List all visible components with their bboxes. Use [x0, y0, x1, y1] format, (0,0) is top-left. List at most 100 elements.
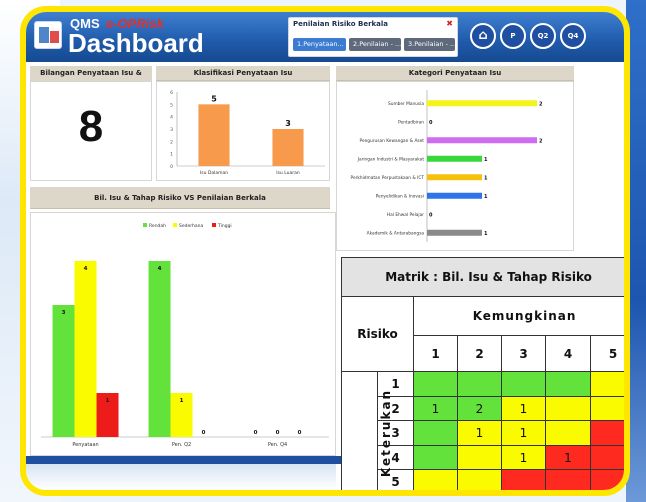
category-label: Pengurusan Kewangan & Aset — [360, 138, 425, 144]
data-label: 3 — [62, 310, 66, 316]
matrix-cell — [545, 469, 591, 490]
p-button[interactable]: P — [500, 23, 526, 49]
dashboard-header: QMS e-OPRisk Dashboard Penilaian Risiko … — [26, 12, 624, 62]
matrix-cell — [413, 469, 458, 490]
data-label: 4 — [158, 266, 162, 272]
category-label: Pentadbiran — [398, 119, 424, 125]
legend-label: Rendah — [149, 223, 166, 229]
y-tick-label: 0 — [170, 164, 173, 170]
total-issue-count: 8 — [78, 102, 104, 151]
dashboard-frame: QMS e-OPRisk Dashboard Penilaian Risiko … — [20, 6, 630, 496]
x-tick-label: Penyataan — [72, 442, 98, 448]
matrix-cell: 1 — [501, 444, 546, 471]
tab-penilaian-q4[interactable]: 3.Penilaian - ... — [404, 38, 455, 51]
bar-category-5 — [427, 174, 482, 181]
category-label: Perkhidmatan Perpustakaan & ICT — [351, 175, 425, 181]
bar-rendah — [52, 305, 75, 437]
matrix-cell — [413, 420, 458, 446]
kategori-title: Kategori Penyataan Isu — [336, 66, 574, 81]
klasifikasi-title: Klasifikasi Penyataan Isu — [156, 66, 330, 81]
matrix-cell — [457, 444, 502, 471]
category-label: Akademik & Antarabangsa — [367, 230, 425, 236]
matrix-cell — [501, 469, 546, 490]
data-label: 1 — [484, 157, 488, 163]
likelihood-col-3: 3 — [501, 335, 546, 373]
y-tick-label: 5 — [170, 102, 173, 108]
bilangan-panel: 8 — [30, 81, 152, 181]
bar-category-6 — [427, 192, 482, 199]
matrix-cell: 2 — [457, 395, 502, 422]
matrix-cell — [501, 371, 546, 397]
tab-penilaian-q2[interactable]: 2.Penilaian - ... — [349, 38, 401, 51]
q4-button[interactable]: Q4 — [560, 23, 586, 49]
x-tick-label: Pen. Q4 — [268, 442, 287, 448]
bar-isu-dalaman — [198, 104, 230, 166]
matrix-cell: 1 — [501, 420, 546, 446]
category-label: Jaringan Industri & Masyarakat — [357, 156, 425, 162]
bar-category-8 — [427, 229, 482, 236]
matrix-cell — [413, 444, 458, 471]
data-label: 3 — [285, 119, 291, 128]
matrix-cell — [589, 420, 624, 446]
bil-tahap-panel: Rendah Sederhana Tinggi 3 4 1 Penyataan 4 1 0 Pen.… — [30, 212, 336, 456]
klasifikasi-chart: 6 5 4 3 2 1 0 5 Isu Dalaman 3 Isu Luaran — [170, 90, 325, 176]
y-tick-label: 2 — [170, 139, 173, 145]
home-icon: ⌂ — [478, 28, 488, 43]
data-label: 1 — [484, 231, 488, 237]
legend-swatch — [143, 223, 147, 227]
matrix-cell — [545, 395, 591, 422]
data-label: 1 — [484, 194, 488, 200]
category-label: Sumber Manusia — [388, 101, 424, 107]
close-icon[interactable]: ✖ — [446, 19, 453, 28]
bar-rendah — [148, 261, 171, 437]
matrix-cell — [589, 395, 624, 422]
matrix-cell — [589, 371, 624, 397]
x-tick-label: Pen. Q2 — [172, 442, 191, 448]
y-tick-label: 1 — [170, 152, 173, 158]
data-label: 5 — [211, 94, 217, 103]
bar-category-4 — [427, 155, 482, 162]
data-label: 4 — [84, 266, 88, 272]
home-button[interactable]: ⌂ — [470, 23, 496, 49]
matrix-cell: 1 — [457, 420, 502, 446]
data-label: 1 — [106, 398, 110, 404]
legend-label: Sederhana — [179, 223, 203, 229]
matrix-row: Keterukan 1 — [341, 371, 624, 490]
kategori-chart: Sumber Manusia 2 Pentadbiran 0 Pengurusan Ke… — [351, 90, 543, 242]
navigation-title: Penilaian Risiko Berkala — [293, 20, 389, 28]
app-title: Dashboard — [68, 28, 204, 58]
chart-logo-icon — [34, 21, 62, 49]
matrix-cell: 1 — [413, 395, 458, 422]
category-label: Penyelidikan & Inovasi — [376, 193, 424, 199]
kategori-panel: Sumber Manusia 2 Pentadbiran 0 Pengurusan Ke… — [336, 81, 574, 251]
legend-swatch — [212, 223, 216, 227]
matrix-cell — [413, 371, 458, 397]
keterukan-header: Keterukan — [341, 371, 393, 490]
matrix-cell — [589, 444, 624, 471]
y-tick-label: 3 — [170, 127, 173, 133]
tab-penyataan[interactable]: 1.Penyataan... — [293, 38, 346, 51]
footer-gradient — [26, 464, 336, 490]
data-label: 0 — [429, 212, 433, 218]
likelihood-col-4: 4 — [545, 335, 591, 373]
data-label: 0 — [298, 430, 302, 436]
risiko-header: Risiko — [341, 296, 414, 373]
likelihood-col-2: 2 — [457, 335, 502, 373]
legend-swatch — [173, 223, 177, 227]
legend-label: Tinggi — [217, 223, 232, 229]
klasifikasi-panel: 6 5 4 3 2 1 0 5 Isu Dalaman 3 Isu Luaran — [156, 81, 330, 181]
x-tick-label: Isu Luaran — [276, 170, 300, 176]
category-label: Hal Ehwal Pelajar — [387, 212, 424, 218]
kemungkinan-header: Kemungkinan — [412, 296, 624, 337]
data-label: 0 — [429, 120, 433, 126]
matrix-title: Matrik : Bil. Isu & Tahap Risiko — [340, 256, 624, 298]
matrix-cell — [457, 371, 502, 397]
data-label: 2 — [539, 101, 543, 107]
keterukan-label: Keterukan — [379, 389, 394, 478]
matrix-cell: 1 — [545, 444, 591, 471]
q2-button[interactable]: Q2 — [530, 23, 556, 49]
bar-sederhana — [74, 261, 97, 437]
matrix-cell — [545, 420, 591, 446]
matrix-cell: 1 — [501, 395, 546, 422]
risk-matrix: Matrik : Bil. Isu & Tahap Risiko Risiko … — [340, 256, 624, 490]
